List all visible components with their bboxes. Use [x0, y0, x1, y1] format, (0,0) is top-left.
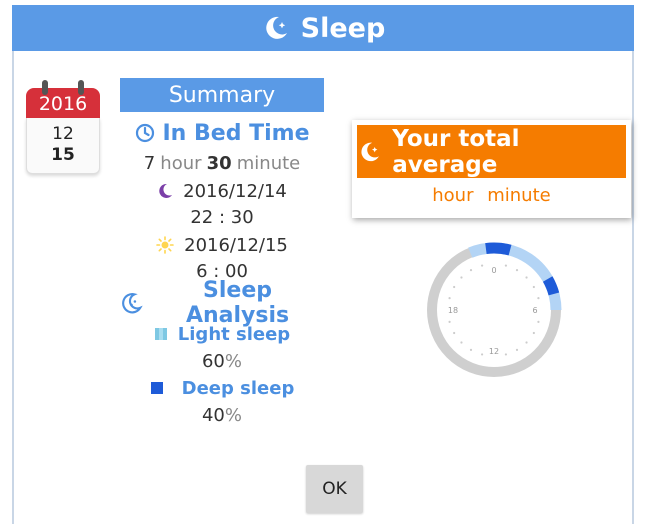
clock-tick	[453, 331, 456, 335]
sun-icon	[156, 236, 174, 254]
deep-sleep-legend: Deep sleep	[120, 375, 324, 401]
deep-sleep-swatch	[150, 382, 163, 394]
in-bed-time-label: In Bed Time	[162, 120, 310, 146]
clock-tick	[537, 296, 540, 300]
clock-tick	[504, 264, 508, 267]
calendar-day: 15	[51, 145, 75, 165]
clock-tick	[453, 285, 456, 289]
right-divider	[632, 51, 634, 524]
average-value: hour minute	[352, 182, 631, 210]
average-card: Your total average hour minute	[352, 120, 631, 218]
sleep-start-time-row: 22 : 30	[120, 204, 324, 230]
deep-sleep-arc	[542, 276, 560, 296]
calendar-year: 2016	[26, 88, 100, 118]
clock-tick	[525, 341, 528, 344]
title-bar: Sleep	[12, 5, 634, 51]
clock-label-18: 18	[448, 306, 458, 315]
average-minute-unit: minute	[487, 185, 551, 206]
dialog-title: Sleep	[300, 12, 386, 44]
clock-tick	[515, 348, 519, 351]
clock-label-6: 6	[532, 306, 537, 315]
deep-sleep-arc	[485, 242, 512, 256]
sleep-clock-dial: 0 6 12 18	[427, 242, 562, 377]
sleep-start-date: 2016/12/14	[183, 180, 287, 202]
clock-tick	[515, 269, 519, 272]
calendar-page: 12 15	[26, 118, 100, 174]
moon-icon	[159, 183, 173, 198]
light-sleep-swatch	[154, 328, 167, 340]
deep-sleep-value: 40	[201, 404, 225, 426]
left-divider	[12, 51, 14, 524]
clock-tick	[532, 331, 535, 335]
light-sleep-label: Light sleep	[177, 323, 291, 345]
summary-header: Summary	[120, 78, 324, 112]
moon-star-icon	[361, 142, 379, 161]
clock-label-12: 12	[489, 347, 499, 356]
clock-tick	[448, 320, 451, 324]
deep-sleep-label: Deep sleep	[181, 377, 295, 399]
wake-date-row: 2016/12/15	[120, 232, 324, 258]
moon-star-icon	[265, 16, 287, 39]
clock-icon	[135, 123, 154, 143]
ok-button[interactable]: OK	[306, 465, 363, 513]
clock-tick	[460, 341, 463, 344]
deep-sleep-percent: 40 %	[120, 402, 324, 428]
sleep-start-date-row: 2016/12/14	[120, 178, 324, 204]
wake-date: 2016/12/15	[184, 234, 288, 256]
clock-tick	[537, 320, 540, 324]
calendar-icon: 2016 12 15	[26, 80, 100, 178]
average-header: Your total average	[357, 125, 626, 178]
sleep-analysis-icon	[122, 293, 143, 314]
in-bed-hours: 7	[143, 152, 156, 174]
clock-tick	[460, 276, 463, 279]
percent-unit: %	[224, 404, 242, 426]
average-title: Your total average	[392, 125, 520, 178]
sleep-start-time: 22 : 30	[190, 206, 254, 228]
in-bed-minutes: 30	[206, 152, 232, 174]
light-sleep-legend: Light sleep	[120, 321, 324, 347]
percent-unit: %	[224, 350, 242, 372]
clock-tick	[469, 348, 473, 351]
clock-tick	[480, 264, 484, 267]
sleep-analysis-title: Sleep Analysis	[120, 278, 324, 328]
clock-tick	[480, 353, 484, 356]
clock-tick	[469, 269, 473, 272]
clock-tick	[525, 276, 528, 279]
minute-unit: minute	[236, 152, 301, 174]
calendar-month: 12	[52, 124, 74, 144]
average-hour-unit: hour	[432, 185, 474, 206]
calendar-ring	[42, 80, 48, 95]
light-sleep-value: 60	[201, 350, 225, 372]
calendar-ring	[78, 80, 84, 95]
in-bed-time-title: In Bed Time	[120, 118, 324, 148]
clock-tick	[504, 353, 508, 356]
sleep-dialog: Sleep 2016 12 15 Summary In Bed Time 7 h…	[0, 0, 646, 524]
in-bed-duration: 7 hour 30 minute	[120, 150, 324, 176]
hour-unit: hour	[160, 152, 202, 174]
clock-tick	[448, 296, 451, 300]
light-sleep-percent: 60 %	[120, 348, 324, 374]
clock-label-0: 0	[491, 266, 496, 275]
clock-tick	[532, 285, 535, 289]
